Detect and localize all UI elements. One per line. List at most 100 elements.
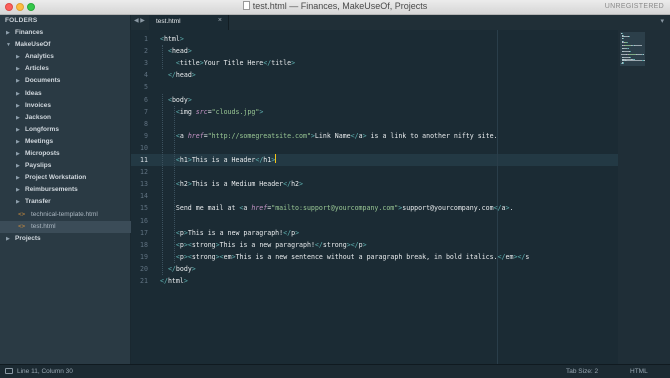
folder-label: Project Workstation [25, 174, 87, 182]
code-line[interactable]: <img src="clouds.jpg"> [160, 106, 263, 118]
minimap[interactable] [618, 30, 670, 364]
code-token: This is a new paragraph! [187, 228, 284, 237]
collapsed-arrow-icon[interactable]: ▶ [16, 100, 20, 112]
code-line[interactable]: </html> [160, 275, 188, 287]
code-token: head [175, 71, 192, 80]
sidebar-item-documents[interactable]: ▶ Documents [0, 75, 131, 87]
document-icon [242, 1, 250, 10]
code-line[interactable]: <h2>This is a Medium Header</h2> [160, 178, 303, 190]
sidebar-item-jackson[interactable]: ▶ Jackson [0, 112, 131, 124]
collapsed-arrow-icon[interactable]: ▶ [16, 196, 20, 208]
sidebar-item-articles[interactable]: ▶ Articles [0, 63, 131, 75]
tab-menu-icon[interactable]: ▾ [660, 17, 664, 25]
collapsed-arrow-icon[interactable]: ▶ [16, 148, 20, 160]
code-line[interactable]: </body> [160, 263, 196, 275]
code-token: strong [191, 252, 216, 261]
code-editor[interactable]: 1 2 3 4 5 6 7 8 9 10 11 12 13 14 15 16 17 18 19 20 21 <html>… [131, 30, 618, 364]
code-line[interactable]: </head> [160, 69, 196, 81]
code-token: "http://somegreatsite.com" [207, 131, 311, 140]
sidebar-item-longforms[interactable]: ▶ Longforms [0, 124, 131, 136]
sidebar-item-reimbursements[interactable]: ▶ Reimbursements [0, 184, 131, 196]
folder-label: Microposts [25, 150, 60, 157]
folder-label: Articles [25, 65, 49, 73]
code-token: href [251, 204, 268, 213]
syntax-selector[interactable]: HTML [630, 368, 648, 375]
code-line[interactable]: Send me mail at <a href="mailto:support@… [160, 202, 514, 214]
collapsed-arrow-icon[interactable]: ▶ [16, 124, 20, 136]
sidebar-item-projects[interactable]: ▶ Projects [0, 233, 131, 245]
tab-test-html[interactable]: test.html × [149, 15, 229, 30]
code-token: strong [322, 240, 347, 249]
code-token: </ [314, 240, 323, 249]
code-line[interactable]: <html> [160, 33, 184, 45]
line-number: 18 [140, 240, 148, 249]
collapsed-arrow-icon[interactable]: ▶ [16, 136, 20, 148]
collapsed-arrow-icon[interactable]: ▶ [16, 184, 20, 196]
line-number: 17 [140, 228, 148, 237]
collapsed-arrow-icon[interactable]: ▶ [6, 27, 10, 39]
sidebar-item-invoices[interactable]: ▶ Invoices [0, 100, 131, 112]
sidebar-item-analytics[interactable]: ▶ Analytics [0, 51, 131, 63]
wrap-ruler [497, 30, 498, 364]
sidebar-item-test-html[interactable]: <> test.html [0, 220, 131, 233]
code-line[interactable]: <p><strong><em>This is a new sentence wi… [160, 251, 530, 263]
minimap-token [622, 63, 623, 64]
collapsed-arrow-icon[interactable]: ▶ [16, 172, 20, 184]
cursor-position: Line 11, Column 30 [17, 368, 73, 375]
collapsed-arrow-icon[interactable]: ▶ [16, 63, 20, 75]
folder-label: Jackson [25, 113, 52, 121]
license-status: UNREGISTERED [604, 3, 664, 10]
tab-next-icon[interactable]: ▶ [140, 18, 145, 24]
console-toggle-icon[interactable] [5, 368, 13, 374]
sidebar-item-microposts[interactable]: ▶ Microposts [0, 148, 131, 160]
code-token: This is a Header [191, 156, 256, 164]
expanded-arrow-icon[interactable]: ▼ [6, 39, 11, 51]
collapsed-arrow-icon[interactable]: ▶ [16, 51, 20, 63]
folder-label: Transfer [25, 198, 51, 206]
code-token: This is a new paragraph! [219, 240, 315, 249]
tab-close-icon[interactable]: × [218, 17, 222, 24]
code-line[interactable]: <title>Your Title Here</title> [160, 57, 295, 69]
tab-size-selector[interactable]: Tab Size: 2 [566, 368, 598, 375]
code-line[interactable]: <body> [160, 94, 192, 106]
code-line[interactable]: <a href="http://somegreatsite.com">Link … [160, 130, 498, 142]
code-token: > [362, 240, 367, 249]
sidebar-item-technical-template-html[interactable]: <> technical-template.html [0, 209, 131, 221]
sidebar-item-finances[interactable]: ▶ Finances [0, 27, 131, 39]
sidebar-item-project-workstation[interactable]: ▶ Project Workstation [0, 172, 131, 184]
sidebar-item-ideas[interactable]: ▶ Ideas [0, 88, 131, 100]
sidebar-item-payslips[interactable]: ▶ Payslips [0, 160, 131, 172]
sidebar-item-meetings[interactable]: ▶ Meetings [0, 136, 131, 148]
minimap-token [634, 45, 643, 46]
code-line[interactable]: <p>This is a new paragraph!</p> [160, 227, 299, 239]
line-number: 1 [144, 35, 148, 43]
code-token: </ [283, 228, 292, 237]
folder-label: Projects [15, 234, 41, 242]
code-token: > [183, 277, 188, 285]
collapsed-arrow-icon[interactable]: ▶ [6, 233, 10, 245]
code-line[interactable]: <h1>This is a Header</h1> [160, 154, 277, 166]
collapsed-arrow-icon[interactable]: ▶ [16, 112, 20, 124]
sidebar-item-makeuseof[interactable]: ▼ MakeUseOf [0, 39, 131, 51]
code-token: title [271, 59, 292, 68]
collapsed-arrow-icon[interactable]: ▶ [16, 160, 20, 172]
tab-prev-icon[interactable]: ◀ [134, 18, 139, 24]
code-line[interactable]: <head> [160, 45, 192, 57]
code-line[interactable]: <p><strong>This is a new paragraph!</str… [160, 239, 367, 251]
minimap-token [628, 54, 636, 55]
code-token: html [163, 35, 180, 43]
collapsed-arrow-icon[interactable]: ▶ [16, 88, 20, 100]
code-token: This is a Medium Header [191, 180, 284, 189]
folder-label: Longforms [25, 125, 59, 133]
folder-label: Finances [15, 29, 44, 36]
sidebar-item-transfer[interactable]: ▶ Transfer [0, 196, 131, 208]
code-token: support@yourcompany.com [402, 204, 494, 213]
collapsed-arrow-icon[interactable]: ▶ [16, 75, 20, 87]
file-label: test.html [31, 222, 56, 230]
